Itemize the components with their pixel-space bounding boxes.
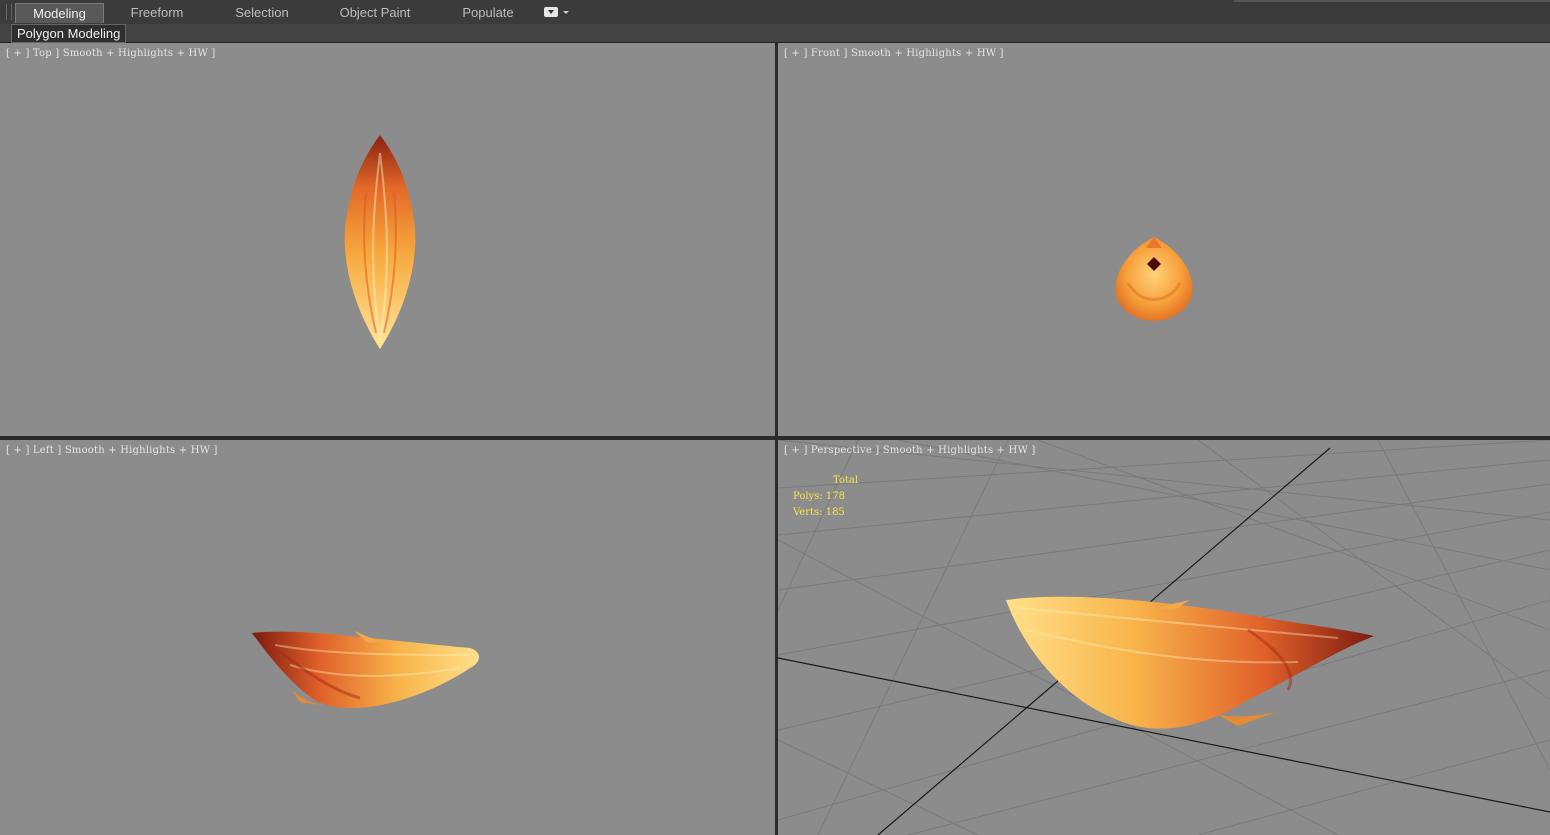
- perspective-grid: [778, 440, 1550, 835]
- stats-polys: Polys: 178: [793, 491, 845, 502]
- viewport-left[interactable]: [ + ] Left ] Smooth + Highlights + HW ]: [0, 440, 775, 835]
- tab-modeling[interactable]: Modeling: [15, 3, 104, 23]
- tab-freeform[interactable]: Freeform: [117, 3, 197, 23]
- ribbon-tab-bar: Modeling Freeform Selection Object Paint…: [0, 0, 1550, 25]
- petal-mesh-top: [344, 135, 416, 349]
- chevron-down-icon: [563, 11, 569, 14]
- viewport-perspective-label[interactable]: [ + ] Perspective ] Smooth + Highlights …: [784, 445, 1036, 456]
- ribbon-options-icon: [544, 7, 558, 17]
- viewport-top[interactable]: [ + ] Top ] Smooth + Highlights + HW ]: [0, 43, 775, 436]
- stats-verts: Verts: 185: [793, 507, 845, 518]
- viewport-left-canvas: [252, 631, 479, 709]
- tab-selection[interactable]: Selection: [222, 3, 302, 23]
- ribbon-grip-handle[interactable]: [6, 4, 12, 20]
- ribbon-options-dropdown[interactable]: [544, 7, 572, 19]
- viewport-perspective[interactable]: [ + ] Perspective ] Smooth + Highlights …: [778, 440, 1550, 835]
- petal-mesh-left: [252, 631, 479, 709]
- tab-object-paint[interactable]: Object Paint: [330, 3, 420, 23]
- viewport-top-canvas: [344, 135, 416, 349]
- viewport-front[interactable]: [ + ] Front ] Smooth + Highlights + HW ]: [778, 43, 1550, 436]
- petal-mesh-perspective: [1006, 596, 1374, 729]
- statistics-overlay: Total Polys: 178 Verts: 185: [793, 473, 858, 521]
- viewport-front-canvas: [1115, 237, 1193, 321]
- ribbon-panel-bar: Polygon Modeling: [0, 24, 1550, 43]
- tab-populate[interactable]: Populate: [448, 3, 528, 23]
- ribbon-divider: [1234, 0, 1550, 2]
- polygon-modeling-panel-button[interactable]: Polygon Modeling: [11, 24, 127, 43]
- stats-title: Total: [833, 475, 859, 486]
- petal-mesh-front: [1115, 237, 1193, 321]
